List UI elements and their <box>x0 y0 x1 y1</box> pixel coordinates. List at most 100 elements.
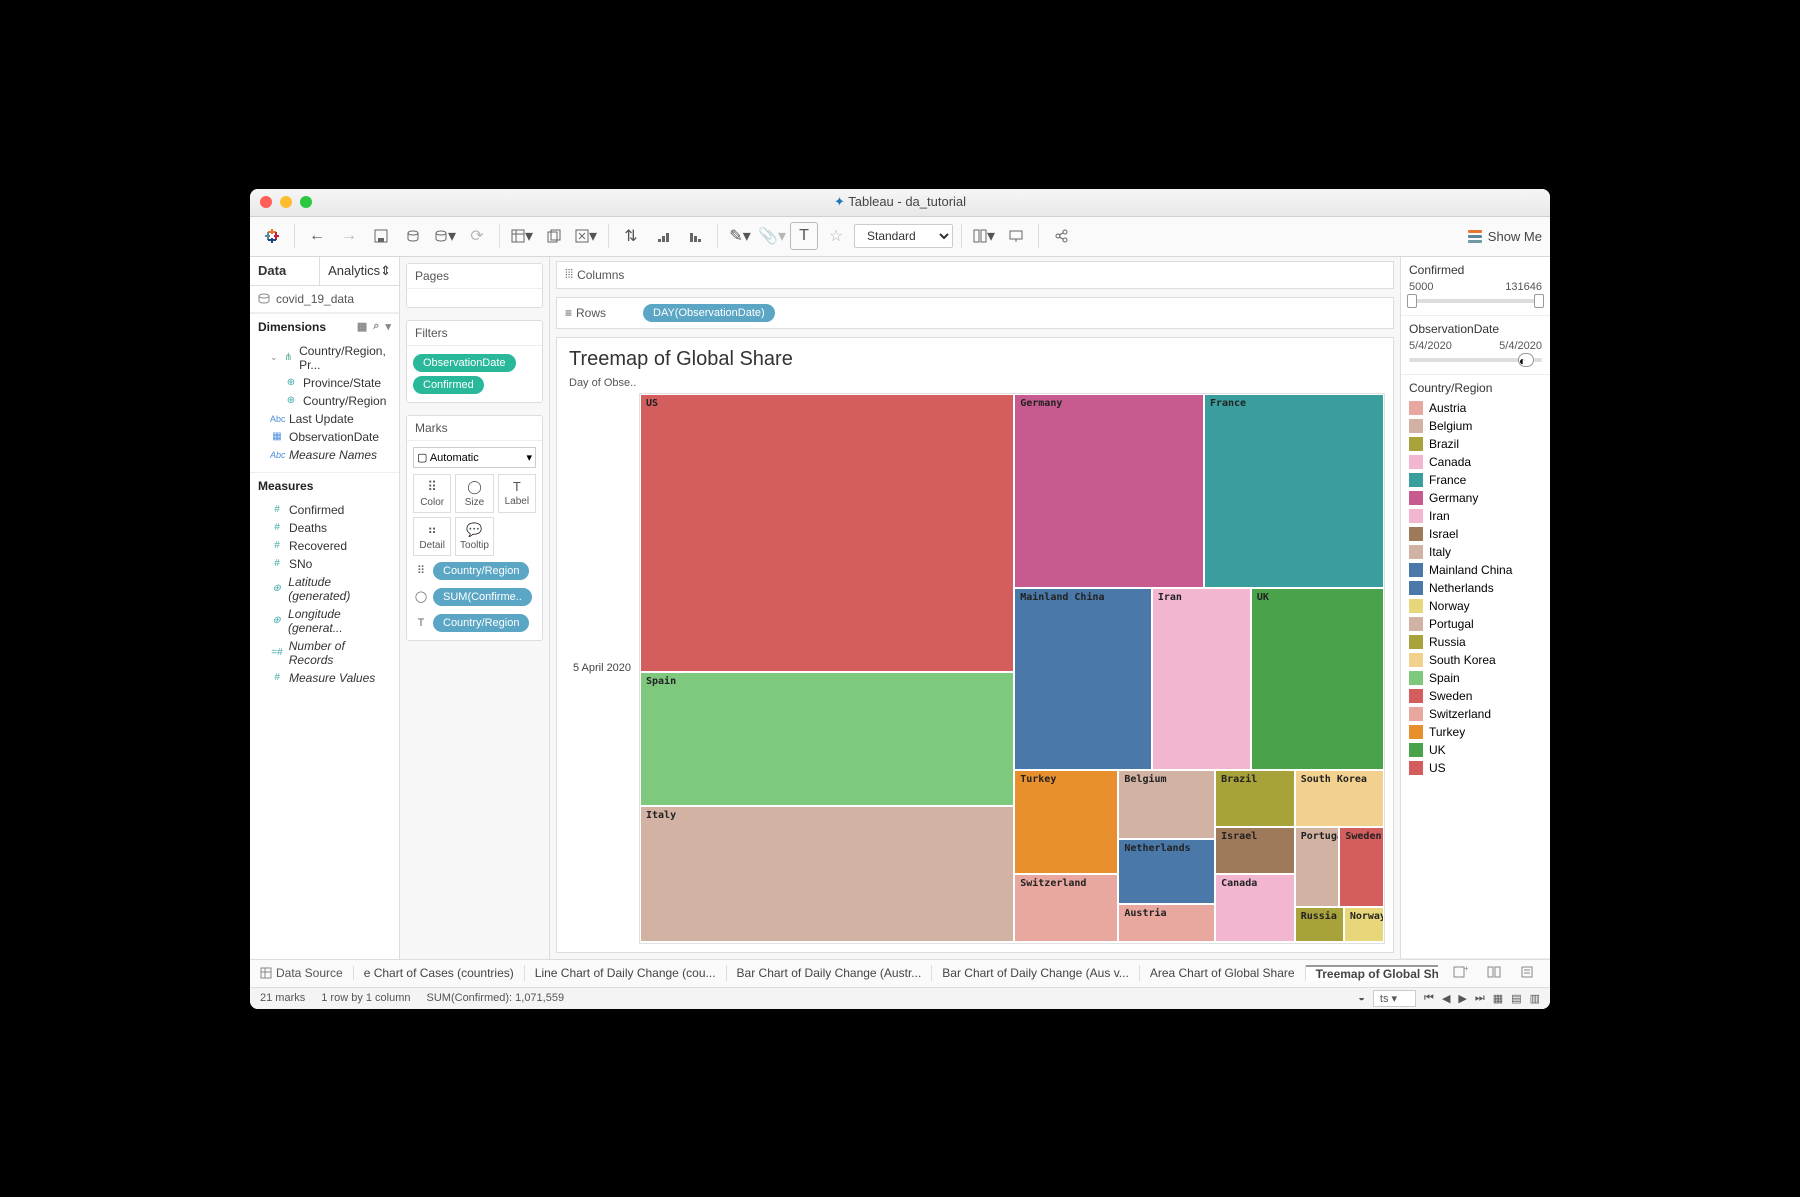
legend-item[interactable]: Switzerland <box>1409 705 1542 723</box>
group-icon[interactable]: 📎▾ <box>758 222 786 250</box>
treemap-cell[interactable]: Russia <box>1295 907 1344 943</box>
sort-desc-icon[interactable] <box>681 222 709 250</box>
legend-item[interactable]: Mainland China <box>1409 561 1542 579</box>
share-icon[interactable] <box>1047 222 1075 250</box>
marks-type-select[interactable]: ▢ Automatic▾ <box>413 447 536 468</box>
treemap-cell[interactable]: Iran <box>1152 588 1251 770</box>
minimize-button[interactable] <box>280 196 292 208</box>
measure-field[interactable]: #Confirmed <box>250 501 399 519</box>
legend-item[interactable]: Belgium <box>1409 417 1542 435</box>
new-dashboard-tab-icon[interactable] <box>1480 959 1508 987</box>
measure-field[interactable]: #Measure Values <box>250 669 399 687</box>
legend-item[interactable]: Turkey <box>1409 723 1542 741</box>
legend-item[interactable]: Russia <box>1409 633 1542 651</box>
measure-field[interactable]: ⊕Latitude (generated) <box>250 573 399 605</box>
rows-shelf[interactable]: ≡Rows DAY(ObservationDate) <box>556 297 1394 329</box>
sheet-tab[interactable]: Area Chart of Global Share <box>1140 965 1306 981</box>
sheet-tab[interactable]: Bar Chart of Daily Change (Austr... <box>727 965 933 981</box>
legend-item[interactable]: Sweden <box>1409 687 1542 705</box>
mark-tooltip-button[interactable]: 💬Tooltip <box>455 517 493 556</box>
new-worksheet-icon[interactable]: ▾ <box>508 222 536 250</box>
tableau-logo-icon[interactable] <box>258 222 286 250</box>
fit-select[interactable]: Standard <box>854 224 953 248</box>
pin-icon[interactable]: ☆ <box>822 222 850 250</box>
legend-item[interactable]: Portugal <box>1409 615 1542 633</box>
treemap-cell[interactable]: Canada <box>1215 874 1295 942</box>
next-icon[interactable]: ▶ <box>1458 992 1466 1005</box>
sheet-tab[interactable]: Treemap of Global Share <box>1306 965 1438 981</box>
menu-icon[interactable]: ▾ <box>385 320 391 333</box>
sheet-tab[interactable]: e Chart of Cases (countries) <box>354 965 525 981</box>
mark-pill[interactable]: Country/Region <box>433 562 529 580</box>
sortview-icon[interactable]: ▥ <box>1530 992 1540 1005</box>
legend-item[interactable]: Norway <box>1409 597 1542 615</box>
prev-icon[interactable]: ◀ <box>1442 992 1450 1005</box>
measure-field[interactable]: ⊕Longitude (generat... <box>250 605 399 637</box>
search-icon[interactable]: ⌕ <box>373 320 379 333</box>
treemap-cell[interactable]: Spain <box>640 672 1014 806</box>
labels-icon[interactable]: T <box>790 222 818 250</box>
datasource-tab[interactable]: Data Source <box>250 966 354 980</box>
legend-item[interactable]: Netherlands <box>1409 579 1542 597</box>
first-icon[interactable]: ⏮ <box>1424 992 1434 1005</box>
dimension-field[interactable]: ⊕Province/State <box>250 374 399 392</box>
treemap-cell[interactable]: Norway <box>1344 907 1384 943</box>
mark-detail-button[interactable]: ⠶Detail <box>413 517 451 556</box>
measure-field[interactable]: #Deaths <box>250 519 399 537</box>
datasource-row[interactable]: covid_19_data <box>250 286 399 313</box>
treemap-cell[interactable]: UK <box>1251 588 1384 770</box>
mark-size-button[interactable]: ◯Size <box>455 474 493 513</box>
filter-pill[interactable]: ObservationDate <box>413 354 516 372</box>
dimension-field[interactable]: ▦ObservationDate <box>250 428 399 446</box>
obsdate-filter[interactable]: ObservationDate 5/4/20205/4/2020 ◐ <box>1401 316 1550 375</box>
legend-item[interactable]: Israel <box>1409 525 1542 543</box>
treemap-cell[interactable]: Austria <box>1118 904 1215 942</box>
mark-color-button[interactable]: ⠿Color <box>413 474 451 513</box>
treemap-cell[interactable]: Germany <box>1014 394 1204 589</box>
legend-item[interactable]: Brazil <box>1409 435 1542 453</box>
user-select[interactable]: ts ▾ <box>1373 990 1416 1007</box>
highlight-icon[interactable]: ✎▾ <box>726 222 754 250</box>
showme-button[interactable]: Show Me <box>1468 229 1542 244</box>
mark-pill[interactable]: SUM(Confirme.. <box>433 588 532 606</box>
redo-icon[interactable]: → <box>335 222 363 250</box>
dimension-field[interactable]: AbcLast Update <box>250 410 399 428</box>
legend-item[interactable]: Spain <box>1409 669 1542 687</box>
treemap-cell[interactable]: Turkey <box>1014 770 1118 874</box>
dimension-field[interactable]: AbcMeasure Names <box>250 446 399 464</box>
treemap-cell[interactable]: Italy <box>640 806 1014 943</box>
filter-pill[interactable]: Confirmed <box>413 376 484 394</box>
measure-field[interactable]: =#Number of Records <box>250 637 399 669</box>
legend-item[interactable]: Iran <box>1409 507 1542 525</box>
filmstrip-icon[interactable]: ▤ <box>1511 992 1521 1005</box>
treemap-cell[interactable]: US <box>640 394 1014 672</box>
zoom-button[interactable] <box>300 196 312 208</box>
legend-item[interactable]: Germany <box>1409 489 1542 507</box>
legend-item[interactable]: UK <box>1409 741 1542 759</box>
confirmed-filter[interactable]: Confirmed 5000131646 <box>1401 257 1550 316</box>
new-datasource-icon[interactable] <box>399 222 427 250</box>
legend-item[interactable]: Canada <box>1409 453 1542 471</box>
duplicate-icon[interactable] <box>540 222 568 250</box>
dimension-field[interactable]: ⊕Country/Region <box>250 392 399 410</box>
measure-field[interactable]: #SNo <box>250 555 399 573</box>
legend-item[interactable]: France <box>1409 471 1542 489</box>
new-story-tab-icon[interactable] <box>1514 959 1542 987</box>
treemap-chart[interactable]: USSpainItalyGermanyFranceMainland ChinaI… <box>639 393 1385 944</box>
data-tab[interactable]: Data <box>250 257 320 285</box>
obsdate-slider[interactable]: ◐ <box>1409 358 1542 362</box>
sheet-tab[interactable]: Bar Chart of Daily Change (Aus v... <box>932 965 1140 981</box>
undo-icon[interactable]: ← <box>303 222 331 250</box>
legend-item[interactable]: US <box>1409 759 1542 777</box>
mark-pill[interactable]: Country/Region <box>433 614 529 632</box>
cards-icon[interactable]: ▾ <box>970 222 998 250</box>
treemap-cell[interactable]: Mainland China <box>1014 588 1152 770</box>
save-icon[interactable] <box>367 222 395 250</box>
treemap-cell[interactable]: South Korea <box>1295 770 1384 827</box>
tabview-icon[interactable]: ▦ <box>1493 992 1503 1005</box>
view-icon[interactable]: ▦ <box>357 320 367 333</box>
sheet-tab[interactable]: Line Chart of Daily Change (cou... <box>525 965 727 981</box>
presentation-icon[interactable] <box>1002 222 1030 250</box>
new-worksheet-tab-icon[interactable]: + <box>1446 959 1474 987</box>
analytics-tab[interactable]: Analytics⇕ <box>320 257 399 285</box>
